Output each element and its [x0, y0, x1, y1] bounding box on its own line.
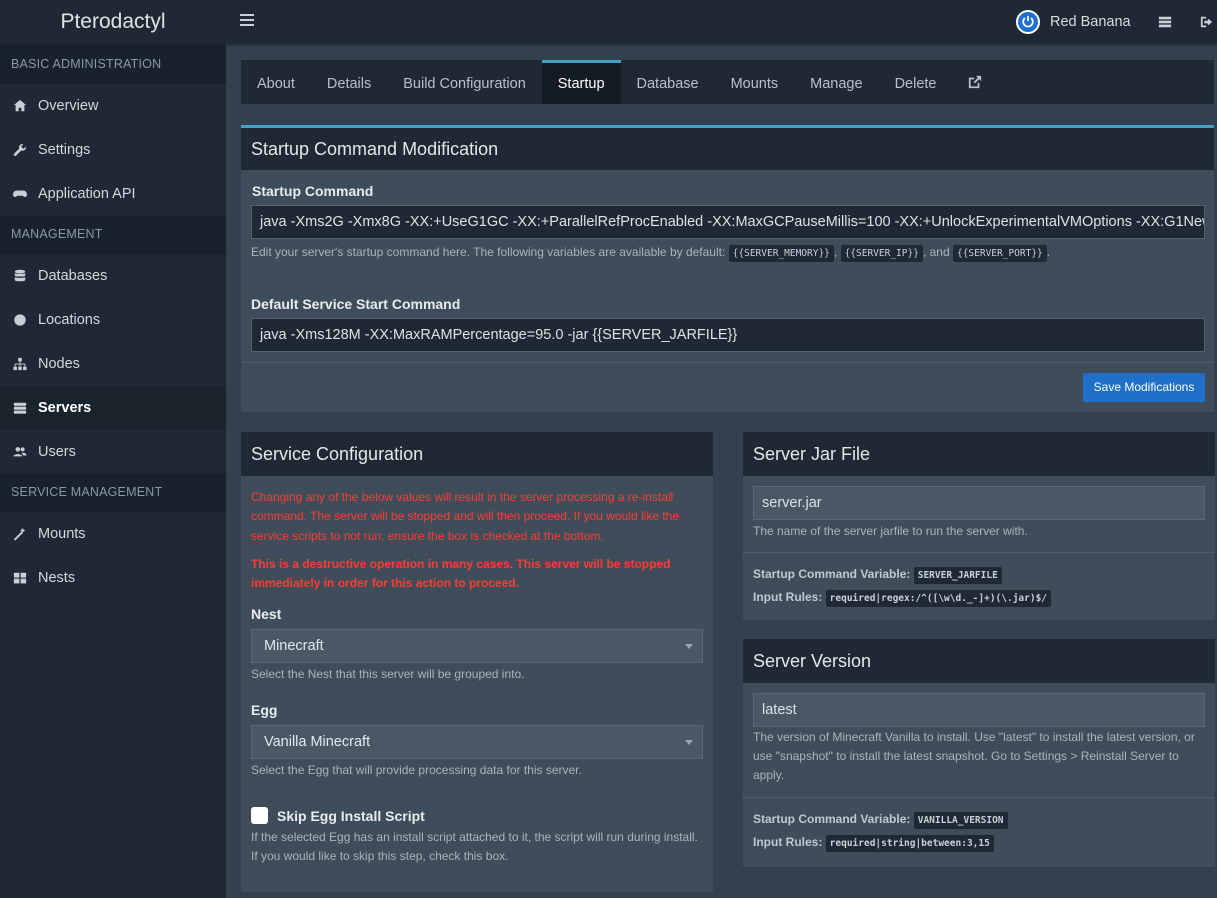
sidebar-item-mounts[interactable]: Mounts [0, 512, 226, 556]
var-server-port: {{SERVER_PORT}} [952, 245, 1047, 262]
server-tabs: About Details Build Configuration Startu… [241, 60, 1214, 104]
startup-command-label: Startup Command [252, 183, 374, 199]
users-icon [13, 445, 38, 459]
external-link-icon [969, 75, 982, 89]
sidebar-item-nodes[interactable]: Nodes [0, 342, 226, 386]
version-variable-row: Startup Command Variable: VANILLA_VERSIO… [753, 810, 1008, 830]
sidebar-item-label: Users [38, 444, 76, 460]
server-version-input[interactable]: latest [753, 693, 1205, 727]
version-variable-name: VANILLA_VERSION [913, 812, 1008, 829]
tab-external-link[interactable] [952, 60, 998, 104]
default-command-input: java -Xms128M -XX:MaxRAMPercentage=95.0 … [251, 318, 1205, 352]
database-icon [13, 269, 38, 283]
user-name: Red Banana [1050, 14, 1131, 30]
tab-delete[interactable]: Delete [879, 60, 953, 104]
wrench-icon [13, 143, 38, 157]
sidebar-item-application-api[interactable]: Application API [0, 172, 226, 216]
nest-select[interactable]: Minecraft [251, 629, 703, 663]
startup-box-title: Startup Command Modification [241, 128, 1214, 170]
version-rules-value: required|string|between:3,15 [825, 835, 994, 852]
sidebar-section-management: MANAGEMENT [0, 216, 226, 254]
chevron-down-icon [685, 644, 693, 649]
topbar: Red Banana [226, 0, 1217, 46]
var-server-ip: {{SERVER_IP}} [840, 245, 923, 262]
egg-select[interactable]: Vanilla Minecraft [251, 725, 703, 759]
startup-command-input[interactable]: java -Xms2G -Xmx8G -XX:+UseG1GC -XX:+Par… [251, 205, 1205, 239]
sidebar-item-overview[interactable]: Overview [0, 84, 226, 128]
startup-command-box: Startup Command Modification Startup Com… [241, 125, 1214, 412]
sidebar-item-label: Nodes [38, 356, 80, 372]
home-icon [13, 99, 38, 113]
server-list-icon[interactable] [1158, 15, 1172, 29]
jar-rules-row: Input Rules: required|regex:/^([\w\d._-]… [753, 588, 1052, 608]
sidebar-item-nests[interactable]: Nests [0, 556, 226, 600]
sidebar-section-service-management: SERVICE MANAGEMENT [0, 474, 226, 512]
tab-manage[interactable]: Manage [794, 60, 878, 104]
sidebar-item-users[interactable]: Users [0, 430, 226, 474]
version-box-title: Server Version [743, 639, 1215, 683]
app-logo[interactable]: Pterodactyl [0, 0, 226, 46]
chevron-down-icon [685, 740, 693, 745]
skip-install-label[interactable]: Skip Egg Install Script [277, 808, 425, 824]
sidebar-item-label: Application API [38, 186, 136, 202]
logout-icon[interactable] [1200, 15, 1214, 29]
sidebar-item-databases[interactable]: Databases [0, 254, 226, 298]
tab-details[interactable]: Details [311, 60, 387, 104]
nest-help: Select the Nest that this server will be… [251, 667, 525, 681]
sidebar-item-servers[interactable]: Servers [0, 386, 226, 430]
sidebar-item-label: Databases [38, 268, 108, 284]
default-command-label: Default Service Start Command [251, 296, 461, 312]
tab-database[interactable]: Database [621, 60, 715, 104]
avatar [1016, 10, 1040, 34]
sidebar-item-settings[interactable]: Settings [0, 128, 226, 172]
jar-box-title: Server Jar File [743, 432, 1215, 476]
save-modifications-button[interactable]: Save Modifications [1083, 373, 1205, 402]
var-server-memory: {{SERVER_MEMORY}} [728, 245, 834, 262]
warning-reinstall: Changing any of the below values will re… [251, 490, 680, 543]
service-box-title: Service Configuration [241, 432, 713, 476]
user-menu[interactable]: Red Banana [1016, 10, 1131, 34]
server-jar-input[interactable]: server.jar [753, 486, 1205, 520]
magic-icon [13, 527, 38, 541]
gamepad-icon [13, 187, 38, 201]
sidebar-item-label: Overview [38, 98, 99, 114]
tab-about[interactable]: About [241, 60, 311, 104]
jar-rules-value: required|regex:/^([\w\d._-]+)(\.jar)$/ [825, 590, 1052, 607]
sidebar-item-label: Locations [38, 312, 101, 328]
sidebar-item-label: Servers [38, 400, 92, 416]
sidebar-item-locations[interactable]: Locations [0, 298, 226, 342]
egg-help: Select the Egg that will provide process… [251, 763, 582, 777]
server-version-box: Server Version latest The version of Min… [743, 639, 1215, 867]
jar-variable-row: Startup Command Variable: SERVER_JARFILE [753, 565, 1002, 585]
hamburger-menu-icon[interactable] [240, 14, 254, 28]
sitemap-icon [13, 357, 38, 371]
nest-label: Nest [251, 606, 282, 622]
sidebar-item-label: Settings [38, 142, 91, 158]
warning-destructive: This is a destructive operation in many … [251, 557, 671, 591]
startup-command-help: Edit your server's startup command here.… [251, 243, 1205, 263]
globe-icon [13, 313, 38, 327]
sidebar: Pterodactyl BASIC ADMINISTRATION Overvie… [0, 0, 226, 898]
grid-icon [13, 571, 38, 585]
egg-label: Egg [251, 702, 278, 718]
sidebar-item-label: Mounts [38, 526, 86, 542]
sidebar-section-basic: BASIC ADMINISTRATION [0, 46, 226, 84]
server-icon [13, 401, 38, 415]
server-version-help: The version of Minecraft Vanilla to inst… [753, 730, 1195, 782]
server-jar-box: Server Jar File server.jar The name of t… [743, 432, 1215, 620]
server-jar-help: The name of the server jarfile to run th… [753, 524, 1028, 538]
skip-install-checkbox[interactable] [251, 807, 268, 824]
jar-variable-name: SERVER_JARFILE [913, 567, 1002, 584]
service-configuration-box: Service Configuration Changing any of th… [241, 432, 713, 892]
skip-install-help: If the selected Egg has an install scrip… [251, 830, 698, 863]
power-icon [1022, 15, 1034, 28]
tab-build-configuration[interactable]: Build Configuration [387, 60, 542, 104]
version-rules-row: Input Rules: required|string|between:3,1… [753, 833, 994, 853]
tab-startup[interactable]: Startup [541, 60, 621, 104]
sidebar-item-label: Nests [38, 570, 76, 586]
tab-mounts[interactable]: Mounts [715, 60, 795, 104]
